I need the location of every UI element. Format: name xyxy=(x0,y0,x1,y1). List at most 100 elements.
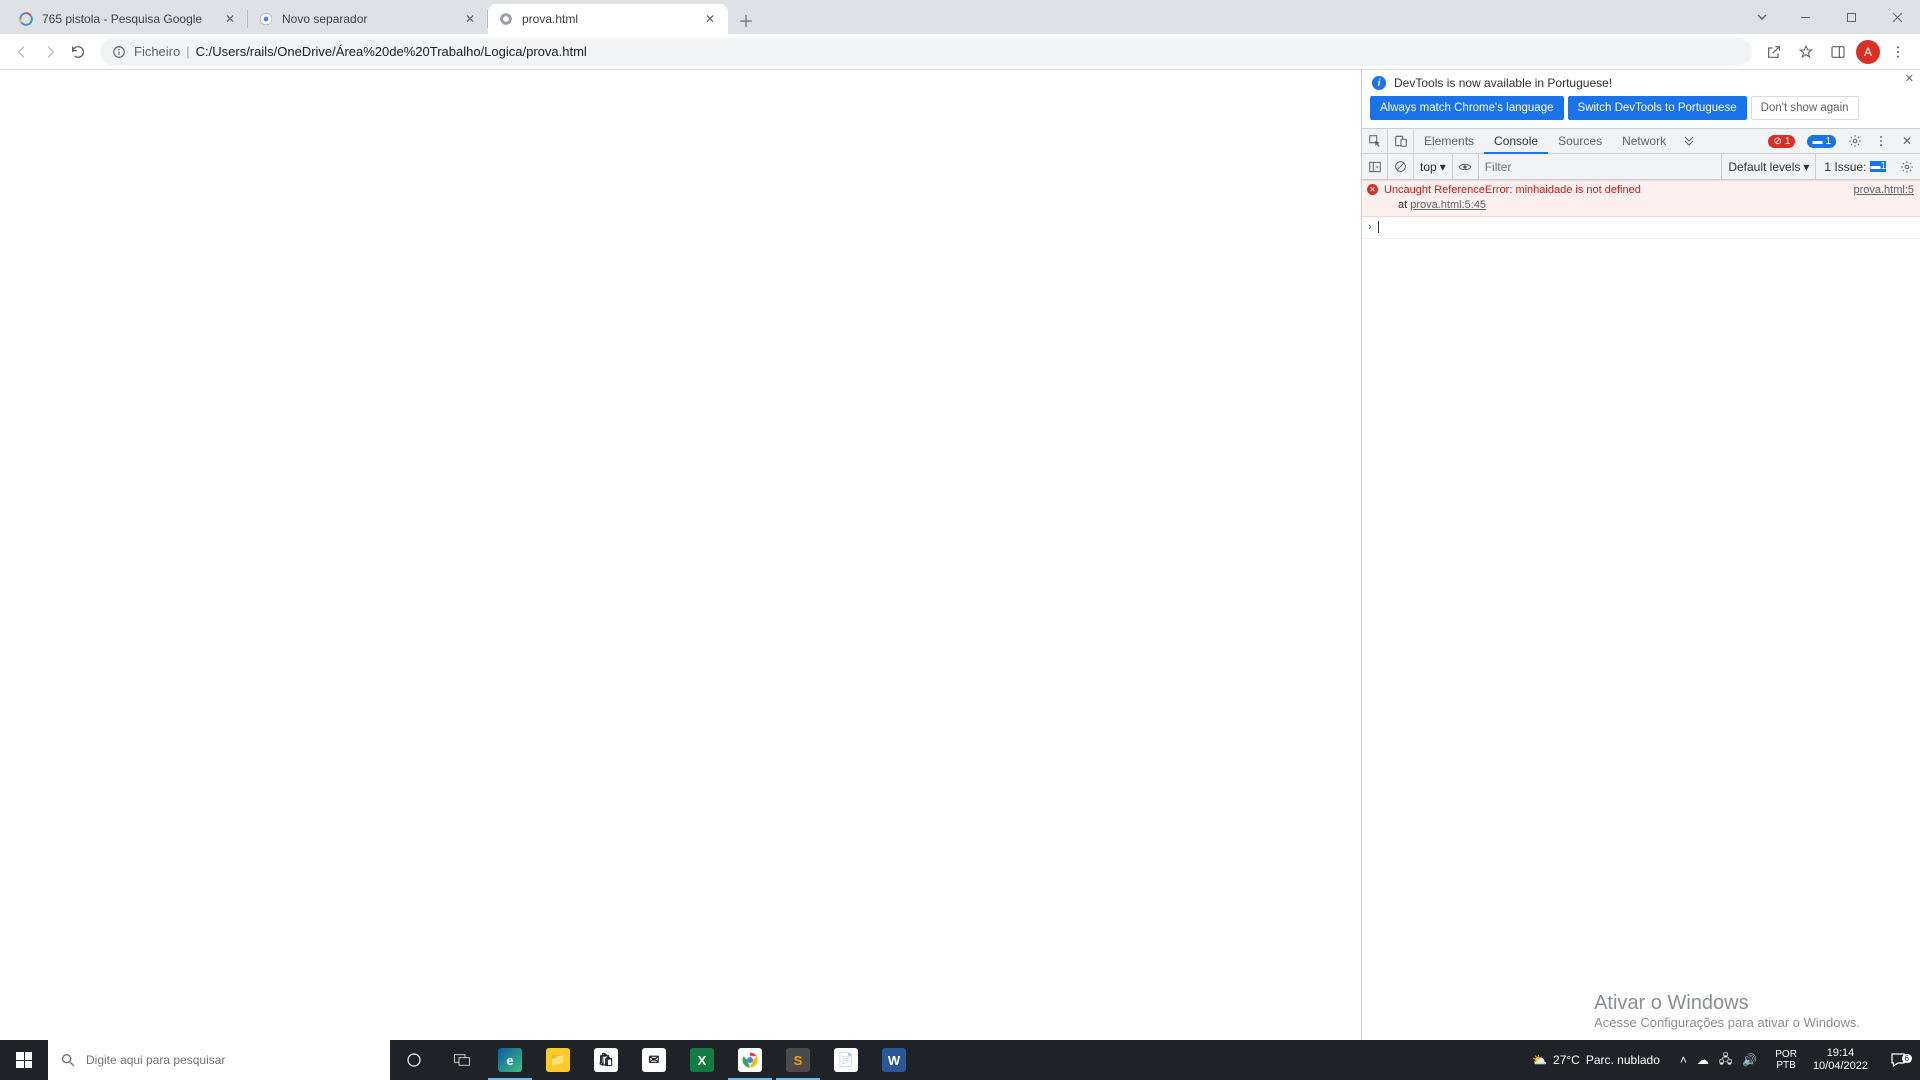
sublime-app-icon[interactable]: S xyxy=(774,1040,822,1080)
console-toolbar: top ▾ Default levels ▾ 1 Issue: ▬1 xyxy=(1362,154,1920,180)
devtools-infobar: i DevTools is now available in Portugues… xyxy=(1362,70,1920,96)
forward-button[interactable] xyxy=(36,38,64,66)
notepad-app-icon[interactable]: 📄 xyxy=(822,1040,870,1080)
chevron-down-icon: ▾ xyxy=(1440,160,1446,174)
search-icon xyxy=(60,1052,76,1068)
inspect-element-icon[interactable] xyxy=(1362,129,1388,153)
volume-icon[interactable]: 🔊 xyxy=(1742,1053,1757,1067)
cortana-icon[interactable] xyxy=(390,1040,438,1080)
chrome-favicon-icon xyxy=(258,11,274,27)
infobar-text: DevTools is now available in Portuguese! xyxy=(1394,76,1612,90)
weather-icon: ⛅ xyxy=(1532,1053,1547,1067)
tab-title: prova.html xyxy=(522,12,702,26)
console-filter[interactable] xyxy=(1479,160,1722,174)
url-chip: Ficheiro xyxy=(134,44,180,59)
maximize-button[interactable] xyxy=(1828,0,1874,34)
onedrive-icon[interactable]: ☁ xyxy=(1697,1053,1709,1067)
filter-input[interactable] xyxy=(1485,160,1716,174)
windows-logo-icon xyxy=(16,1052,32,1068)
devtools-settings-icon[interactable] xyxy=(1842,129,1868,153)
excel-app-icon[interactable]: X xyxy=(678,1040,726,1080)
profile-avatar[interactable]: A xyxy=(1856,40,1880,64)
chrome-menu-icon[interactable] xyxy=(1884,38,1912,66)
tab-new[interactable]: Novo separador ✕ xyxy=(248,4,488,34)
tab-elements[interactable]: Elements xyxy=(1414,129,1484,153)
close-window-button[interactable] xyxy=(1874,0,1920,34)
start-button[interactable] xyxy=(0,1040,48,1080)
google-favicon-icon xyxy=(18,11,34,27)
always-match-button[interactable]: Always match Chrome's language xyxy=(1370,96,1564,120)
edge-app-icon[interactable]: e xyxy=(486,1040,534,1080)
device-toggle-icon[interactable] xyxy=(1388,129,1414,153)
close-tab-icon[interactable]: ✕ xyxy=(702,11,718,27)
reload-button[interactable] xyxy=(64,38,92,66)
store-app-icon[interactable]: 🛍 xyxy=(582,1040,630,1080)
network-icon[interactable]: 🖧 xyxy=(1719,1050,1732,1071)
share-icon[interactable] xyxy=(1760,38,1788,66)
mail-app-icon[interactable]: ✉ xyxy=(630,1040,678,1080)
window-controls xyxy=(1742,0,1920,34)
tab-prova[interactable]: prova.html ✕ xyxy=(488,4,728,34)
console-settings-icon[interactable] xyxy=(1894,154,1920,180)
context-selector[interactable]: top ▾ xyxy=(1414,154,1453,179)
console-error-row[interactable]: ✕ prova.html:5 Uncaught ReferenceError: … xyxy=(1362,180,1920,217)
text-cursor xyxy=(1378,221,1379,233)
omnibox[interactable]: Ficheiro | C:/Users/rails/OneDrive/Área%… xyxy=(100,38,1752,66)
weather-widget[interactable]: ⛅ 27°C Parc. nublado xyxy=(1522,1053,1670,1067)
tray-chevron-icon[interactable]: ˄ xyxy=(1680,1053,1687,1067)
error-icon: ✕ xyxy=(1367,184,1378,195)
devtools-tabbar: Elements Console Sources Network ⊘1 ▬1 ✕ xyxy=(1362,128,1920,154)
task-view-icon[interactable] xyxy=(438,1040,486,1080)
file-favicon-icon xyxy=(498,11,514,27)
system-tray[interactable]: ˄ ☁ 🖧 🔊 xyxy=(1670,1050,1767,1071)
close-infobar-icon[interactable]: ✕ xyxy=(1905,72,1914,85)
clear-console-icon[interactable] xyxy=(1388,154,1414,180)
language-indicator[interactable]: POR PTB xyxy=(1767,1049,1805,1071)
taskbar-search[interactable]: Digite aqui para pesquisar xyxy=(48,1040,390,1080)
issues-button[interactable]: 1 Issue: ▬1 xyxy=(1815,154,1894,179)
side-panel-icon[interactable] xyxy=(1824,38,1852,66)
stack-link[interactable]: prova.html:5:45 xyxy=(1410,199,1486,211)
explorer-app-icon[interactable]: 📁 xyxy=(534,1040,582,1080)
page-viewport xyxy=(0,70,1362,1040)
site-info-icon[interactable] xyxy=(112,45,126,59)
back-button[interactable] xyxy=(8,38,36,66)
issue-badge[interactable]: ▬1 xyxy=(1801,129,1842,153)
chrome-app-icon[interactable] xyxy=(726,1040,774,1080)
dont-show-button[interactable]: Don't show again xyxy=(1751,96,1859,120)
live-expression-icon[interactable] xyxy=(1453,154,1479,180)
more-tabs-icon[interactable] xyxy=(1676,129,1702,153)
console-prompt[interactable]: › xyxy=(1362,217,1920,239)
console-sidebar-toggle-icon[interactable] xyxy=(1362,154,1388,180)
bookmark-icon[interactable] xyxy=(1792,38,1820,66)
switch-language-button[interactable]: Switch DevTools to Portuguese xyxy=(1568,96,1747,120)
tab-network[interactable]: Network xyxy=(1612,129,1676,153)
tab-console[interactable]: Console xyxy=(1484,129,1548,153)
tab-sources[interactable]: Sources xyxy=(1548,129,1612,153)
close-tab-icon[interactable]: ✕ xyxy=(222,11,238,27)
chevron-down-icon: ▾ xyxy=(1803,160,1809,174)
weather-temp: 27°C xyxy=(1553,1053,1580,1067)
minimize-button[interactable] xyxy=(1782,0,1828,34)
search-placeholder: Digite aqui para pesquisar xyxy=(86,1053,225,1067)
new-tab-button[interactable]: ＋ xyxy=(732,6,760,34)
info-icon: i xyxy=(1372,76,1386,90)
tab-title: 765 pistola - Pesquisa Google xyxy=(42,12,222,26)
error-source-link[interactable]: prova.html:5 xyxy=(1853,183,1914,198)
log-levels-selector[interactable]: Default levels ▾ xyxy=(1721,154,1815,179)
error-badge[interactable]: ⊘1 xyxy=(1762,129,1801,153)
devtools-close-icon[interactable]: ✕ xyxy=(1894,129,1920,153)
tab-strip: 765 pistola - Pesquisa Google ✕ Novo sep… xyxy=(0,0,1920,34)
tab-search-icon[interactable] xyxy=(1742,0,1782,34)
devtools-menu-icon[interactable] xyxy=(1868,129,1894,153)
taskbar: Digite aqui para pesquisar e 📁 🛍 ✉ X S 📄… xyxy=(0,1040,1920,1080)
word-app-icon[interactable]: W xyxy=(870,1040,918,1080)
action-center-icon[interactable]: 6 xyxy=(1876,1051,1920,1069)
clock[interactable]: 19:14 10/04/2022 xyxy=(1805,1047,1876,1073)
tab-title: Novo separador xyxy=(282,12,462,26)
close-tab-icon[interactable]: ✕ xyxy=(462,11,478,27)
tab-google-search[interactable]: 765 pistola - Pesquisa Google ✕ xyxy=(8,4,248,34)
url-text: C:/Users/rails/OneDrive/Área%20de%20Trab… xyxy=(196,44,587,59)
error-message: Uncaught ReferenceError: minhaidade is n… xyxy=(1384,184,1641,196)
console-output[interactable]: ✕ prova.html:5 Uncaught ReferenceError: … xyxy=(1362,180,1920,1040)
